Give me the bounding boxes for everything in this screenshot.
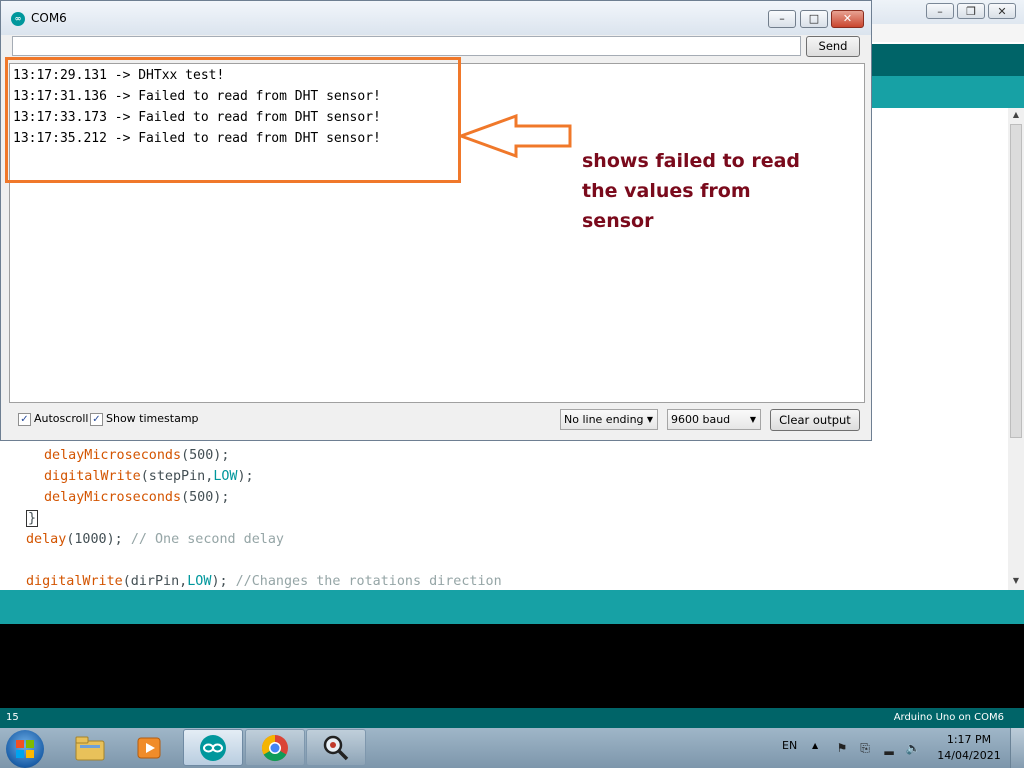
usb-device-icon[interactable]: ⎘ [857,740,873,756]
clock-date: 14/04/2021 [937,749,1001,762]
chrome-icon [261,734,288,761]
ide-console [0,624,1024,708]
taskbar-media-player[interactable] [119,729,179,766]
minimize-button[interactable]: – [768,10,796,28]
media-player-icon [137,737,161,758]
clear-output-button[interactable]: Clear output [770,409,860,431]
send-input[interactable] [12,36,801,56]
windows-logo-icon [16,740,34,758]
taskbar-explorer[interactable] [60,729,120,766]
volume-muted-icon[interactable]: 🔈 [905,740,921,756]
show-timestamp-label: Show timestamp [106,412,199,425]
ide-minimize-button[interactable]: – [926,3,954,19]
ide-close-button[interactable]: ✕ [988,3,1016,19]
annotation-line: sensor [582,210,654,232]
ide-restore-button[interactable]: ❐ [957,3,985,19]
close-button[interactable]: ✕ [831,10,864,28]
chevron-down-icon: ▼ [749,415,756,424]
explorer-icon [75,736,105,760]
ide-status-bar [0,590,1024,624]
serial-controls: ✓ Autoscroll ✓ Show timestamp No line en… [1,405,871,437]
code-line: delayMicroseconds(500); [44,490,230,505]
arduino-icon [200,734,226,761]
line-number: 15 [6,712,19,723]
code-line: delayMicroseconds(500); [44,448,230,463]
chevron-down-icon: ▼ [646,415,653,424]
taskbar: EN ▲ ⚑ ⎘ ▂ 🔈 1:17 PM 14/04/2021 [0,728,1024,768]
taskbar-chrome[interactable] [245,729,305,766]
arrow-left-icon [458,113,572,159]
annotation-line: the values from [582,180,751,202]
chevron-up-icon[interactable]: ▲ [812,741,818,750]
send-button[interactable]: Send [806,36,860,57]
window-title: COM6 [31,11,67,25]
annotation-line: shows failed to read [582,150,801,172]
arduino-logo-icon: ∞ [11,12,25,26]
autoscroll-label: Autoscroll [34,412,89,425]
scroll-up-icon[interactable]: ▲ [1008,108,1024,122]
baud-rate-select[interactable]: 9600 baud ▼ [667,409,761,430]
taskbar-arduino[interactable] [183,729,243,766]
start-button[interactable] [6,730,44,768]
baud-rate-value: 9600 baud [671,413,731,426]
language-indicator[interactable]: EN [782,739,797,752]
scroll-down-icon[interactable]: ▼ [1008,574,1024,588]
network-signal-icon[interactable]: ▂ [881,740,897,756]
maximize-button[interactable]: □ [800,10,828,28]
serial-titlebar: ∞ COM6 – □ ✕ [1,1,871,35]
code-line: } [26,510,39,527]
board-port-label: Arduino Uno on COM6 [893,712,1004,723]
line-ending-select[interactable]: No line ending ▼ [560,409,658,430]
matching-brace: } [26,510,39,527]
code-line: digitalWrite(dirPin,LOW); //Changes the … [26,574,502,589]
ide-footer: 15 Arduino Uno on COM6 [0,708,1024,728]
clock[interactable]: 1:17 PM 14/04/2021 [935,732,1003,764]
show-desktop-button[interactable] [1010,728,1024,768]
annotation-text: shows failed to read the values from sen… [582,146,882,236]
taskbar-magnifier[interactable] [306,729,366,766]
highlight-box [5,57,461,183]
scrollbar-thumb[interactable] [1010,124,1022,438]
code-line: delay(1000); // One second delay [26,532,284,547]
clock-time: 1:17 PM [946,733,992,746]
action-center-icon[interactable]: ⚑ [834,740,850,756]
line-ending-value: No line ending [564,413,644,426]
show-timestamp-checkbox[interactable]: ✓ [90,413,103,426]
autoscroll-checkbox[interactable]: ✓ [18,413,31,426]
code-line: digitalWrite(stepPin,LOW); [44,469,254,484]
editor-scrollbar[interactable]: ▲ ▼ [1008,108,1024,590]
magnifier-icon [323,735,349,760]
